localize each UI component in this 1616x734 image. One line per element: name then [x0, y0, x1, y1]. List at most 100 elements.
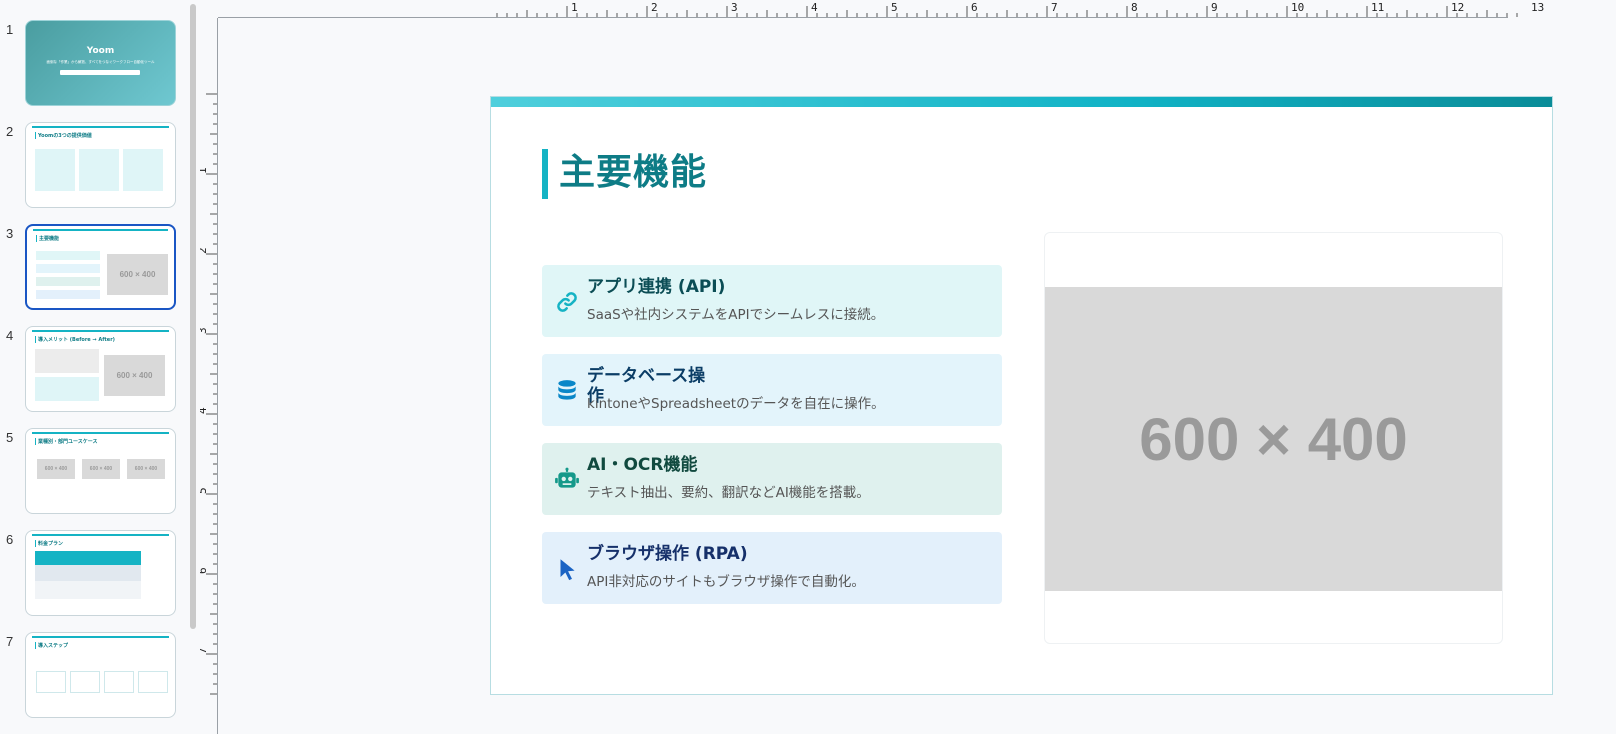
thumbnail-image-placeholder: 600 × 400: [107, 254, 168, 295]
thumbnail-top-bar: [32, 330, 169, 332]
canvas-edge: [218, 17, 1508, 18]
thumbnail-number: 4: [6, 328, 14, 343]
slide-thumbnail-2[interactable]: Yoomの3つの提供価値: [25, 122, 176, 208]
ruler-label: 8: [1131, 1, 1138, 14]
thumbnail-step-card: [70, 671, 100, 693]
thumbnail-table-row: [35, 565, 141, 581]
slide-thumbnail-panel: 1 Yoom 面倒な「作業」から解放、すべてをつなぐワークフロー自動化ツール 2…: [0, 0, 200, 734]
thumbnail-row-6[interactable]: 6 料金プラン: [0, 530, 190, 618]
thumbnail-title: Yoom: [86, 46, 115, 56]
ruler-label: 11: [1371, 1, 1384, 14]
feature-title: アプリ連携 (API): [587, 277, 726, 297]
image-panel[interactable]: 600 × 400: [1044, 232, 1503, 644]
feature-card-ai-ocr[interactable]: AI・OCR機能 テキスト抽出、要約、翻訳などAI機能を搭載。: [542, 443, 1002, 515]
ruler-label: 5: [200, 487, 209, 494]
ruler-label: 7: [1051, 1, 1058, 14]
ruler-label: 4: [811, 1, 818, 14]
ruler-label: 3: [200, 327, 209, 334]
thumbnail-top-bar: [32, 636, 169, 638]
robot-icon: [555, 467, 579, 488]
feature-title: AI・OCR機能: [587, 455, 698, 475]
slide-thumbnail-6[interactable]: 料金プラン: [25, 530, 176, 616]
thumbnail-number: 3: [6, 226, 14, 241]
thumbnail-row-4[interactable]: 4 導入メリット (Before → After) 600 × 400: [0, 326, 190, 414]
thumbnail-top-bar: [32, 126, 169, 128]
thumbnail-number: 7: [6, 634, 14, 649]
slide-title[interactable]: 主要機能: [559, 143, 707, 195]
thumbnail-card: [36, 264, 100, 273]
ruler-label: 5: [891, 1, 898, 14]
thumbnail-title: 主要機能: [36, 235, 59, 242]
thumbnail-number: 5: [6, 430, 14, 445]
thumbnail-step-card: [104, 671, 134, 693]
thumbnail-title: 業種別・部門ユースケース: [35, 438, 98, 445]
thumbnail-step-card: [36, 671, 66, 693]
thumbnail-card: [35, 149, 75, 191]
feature-card-api[interactable]: アプリ連携 (API) SaaSや社内システムをAPIでシームレスに接続。: [542, 265, 1002, 337]
thumbnail-row-2[interactable]: 2 Yoomの3つの提供価値: [0, 122, 190, 210]
ruler-label: 6: [200, 567, 209, 574]
thumbnail-card: [36, 277, 100, 286]
ruler-label: 2: [200, 247, 209, 254]
vertical-ruler: 1 2 3 4 5 6 7: [200, 18, 218, 734]
slide-thumbnail-7[interactable]: 導入ステップ: [25, 632, 176, 718]
thumbnail-top-bar: [32, 432, 169, 434]
slide-thumbnail-1[interactable]: Yoom 面倒な「作業」から解放、すべてをつなぐワークフロー自動化ツール: [25, 20, 176, 106]
thumbnail-top-bar: [33, 229, 168, 231]
thumbnail-card: [35, 349, 99, 373]
title-accent-bar: [542, 149, 548, 199]
thumbnail-card: [79, 149, 119, 191]
ruler-ticks: 1 2 3 4 5 6 7 8 9 10 11 12 13: [496, 1, 1544, 17]
horizontal-ruler: 1 2 3 4 5 6 7 8 9 10 11 12 13: [218, 0, 1616, 18]
thumbnail-card: [36, 251, 100, 260]
thumbnail-number: 6: [6, 532, 14, 547]
slide-canvas[interactable]: 主要機能 アプリ連携 (API) SaaSや社内システムをAPIでシームレスに接…: [490, 96, 1553, 695]
feature-card-database[interactable]: データベース操作 kintoneやSpreadsheetのデータを自在に操作。: [542, 354, 1002, 426]
feature-description: テキスト抽出、要約、翻訳などAI機能を搭載。: [587, 485, 870, 501]
thumbnail-row-1[interactable]: 1 Yoom 面倒な「作業」から解放、すべてをつなぐワークフロー自動化ツール: [0, 20, 190, 108]
thumbnail-image-placeholder: 600 × 400: [37, 459, 75, 479]
image-placeholder: 600 × 400: [1045, 287, 1502, 591]
thumbnail-row-7[interactable]: 7 導入ステップ: [0, 632, 190, 720]
canvas-edge: [217, 18, 218, 734]
thumbnail-table-row: [35, 581, 141, 599]
thumbnail-title: 料金プラン: [35, 540, 63, 547]
ruler-label: 6: [971, 1, 978, 14]
feature-title: ブラウザ操作 (RPA): [587, 544, 748, 564]
thumbnail-row-3[interactable]: 3 主要機能 600 × 400: [0, 224, 190, 312]
thumbnail-banner: [60, 70, 140, 75]
thumbnail-subtitle: 面倒な「作業」から解放、すべてをつなぐワークフロー自動化ツール: [46, 60, 155, 64]
slide-thumbnail-5[interactable]: 業種別・部門ユースケース 600 × 400 600 × 400 600 × 4…: [25, 428, 176, 514]
feature-description: kintoneやSpreadsheetのデータを自在に操作。: [587, 396, 885, 412]
ruler-ticks: 1 2 3 4 5 6 7: [200, 93, 217, 695]
thumbnail-title: 導入ステップ: [35, 642, 68, 649]
thumbnail-card: [123, 149, 163, 191]
thumbnail-card: [36, 290, 100, 299]
thumbnail-scrollbar[interactable]: [190, 4, 196, 629]
thumbnail-number: 2: [6, 124, 14, 139]
thumbnail-title: Yoomの3つの提供価値: [35, 132, 92, 139]
ruler-label: 10: [1291, 1, 1304, 14]
thumbnail-image-placeholder: 600 × 400: [104, 355, 165, 396]
ruler-label: 1: [200, 167, 209, 174]
slide-thumbnail-3[interactable]: 主要機能 600 × 400: [25, 224, 176, 310]
link-icon: [557, 292, 577, 312]
ruler-label: 4: [200, 407, 209, 414]
thumbnail-image-placeholder: 600 × 400: [127, 459, 165, 479]
thumbnail-card: [35, 377, 99, 401]
ruler-label: 2: [651, 1, 658, 14]
ruler-label: 3: [731, 1, 738, 14]
slide-top-bar: [491, 97, 1552, 107]
thumbnail-title: 導入メリット (Before → After): [35, 336, 115, 343]
feature-description: API非対応のサイトもブラウザ操作で自動化。: [587, 574, 865, 590]
ruler-label: 9: [1211, 1, 1218, 14]
feature-description: SaaSや社内システムをAPIでシームレスに接続。: [587, 307, 885, 323]
ruler-label: 12: [1451, 1, 1464, 14]
slide-thumbnail-4[interactable]: 導入メリット (Before → After) 600 × 400: [25, 326, 176, 412]
ruler-label: 7: [200, 647, 209, 654]
thumbnail-row-5[interactable]: 5 業種別・部門ユースケース 600 × 400 600 × 400 600 ×…: [0, 428, 190, 516]
thumbnail-top-bar: [32, 534, 169, 536]
thumbnail-image-placeholder: 600 × 400: [82, 459, 120, 479]
feature-card-rpa[interactable]: ブラウザ操作 (RPA) API非対応のサイトもブラウザ操作で自動化。: [542, 532, 1002, 604]
ruler-label: 1: [571, 1, 578, 14]
